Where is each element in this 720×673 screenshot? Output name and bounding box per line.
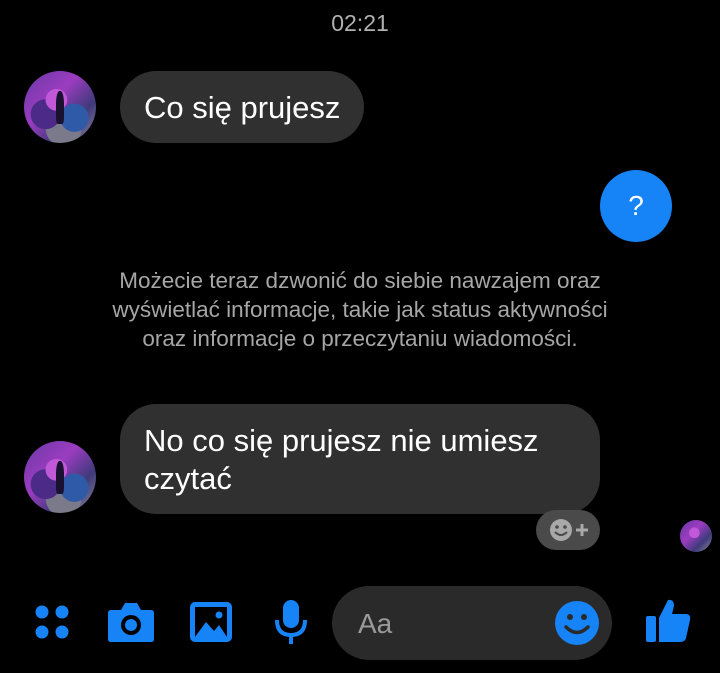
microphone-icon <box>275 600 307 644</box>
four-dots-icon <box>35 605 69 639</box>
seen-indicator-avatar <box>680 520 712 552</box>
emoji-button[interactable] <box>554 600 600 651</box>
message-composer[interactable] <box>332 586 612 660</box>
message-text: ? <box>628 190 644 221</box>
camera-button[interactable] <box>106 600 156 649</box>
incoming-message-bubble[interactable]: No co się prujesz nie umiesz czytać <box>120 404 600 514</box>
add-reaction-icon <box>550 519 588 541</box>
message-text: No co się prujesz nie umiesz czytać <box>144 423 539 496</box>
message-input[interactable] <box>356 603 540 645</box>
incoming-message-bubble[interactable]: Co się prujesz <box>120 71 365 143</box>
sender-avatar[interactable] <box>24 71 96 143</box>
thumbs-up-icon <box>646 599 691 642</box>
gallery-button[interactable] <box>188 600 234 649</box>
voice-message-button[interactable] <box>274 598 308 651</box>
system-notice: Możecie teraz dzwonić do siebie nawzajem… <box>112 268 608 351</box>
sender-avatar[interactable] <box>24 441 96 513</box>
add-reaction-button[interactable] <box>536 510 600 550</box>
message-text: Co się prujesz <box>144 90 341 125</box>
outgoing-message-bubble[interactable]: ? <box>600 170 672 242</box>
camera-icon <box>108 603 154 642</box>
like-button[interactable] <box>644 596 692 649</box>
image-icon <box>190 602 232 642</box>
smiley-icon <box>555 601 599 645</box>
menu-button[interactable] <box>32 602 72 647</box>
message-timestamp: 02:21 <box>331 10 389 36</box>
